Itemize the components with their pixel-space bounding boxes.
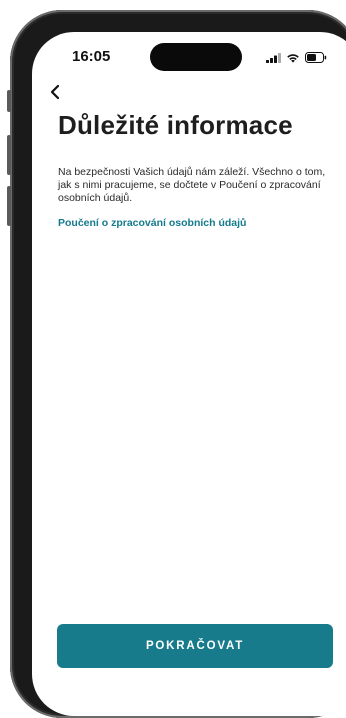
wifi-icon	[286, 50, 300, 68]
back-button[interactable]	[44, 80, 66, 104]
continue-button[interactable]: POKRAČOVAT	[57, 624, 333, 668]
status-icons	[266, 50, 327, 68]
cellular-signal-icon	[266, 50, 281, 68]
stage: 16:05 Důležité informace Na bezpečnosti …	[0, 0, 346, 718]
phone-volume-up-button	[7, 135, 11, 175]
info-paragraph: Na bezpečnosti Vašich údajů nám záleží. …	[58, 166, 326, 204]
phone-volume-down-button	[7, 186, 11, 226]
chevron-left-icon	[50, 84, 60, 100]
status-time: 16:05	[72, 48, 111, 65]
phone-screen: 16:05 Důležité informace Na bezpečnosti …	[32, 32, 346, 716]
phone-side-button	[7, 90, 11, 112]
page-title: Důležité informace	[58, 110, 293, 140]
privacy-policy-link[interactable]: Poučení o zpracování osobních údajů	[58, 217, 246, 229]
battery-icon	[305, 50, 327, 68]
phone-frame: 16:05 Důležité informace Na bezpečnosti …	[7, 10, 346, 718]
dynamic-island	[150, 43, 242, 71]
